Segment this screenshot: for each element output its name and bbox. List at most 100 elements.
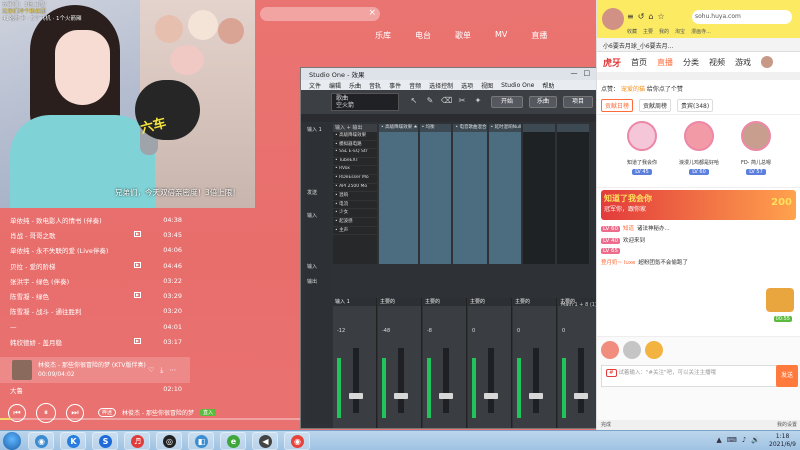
now-playing-bar[interactable]: 林俊杰 - 那些你很冒险的梦 (KTV版伴奏) 00:09/04:02 ♡ ⤓ ⋯ — [0, 357, 190, 383]
site-nav-item[interactable]: 首页 — [631, 57, 647, 68]
taskbar-app-icon[interactable]: ♬ — [124, 432, 150, 450]
rank-card[interactable]: FD- 简儿总嗯 LV 57 — [731, 121, 781, 175]
lyric-badge[interactable]: 直入 — [200, 409, 217, 416]
list-item[interactable]: 韩欣德娇 - 盖月稳 ▶ 03:17 — [0, 334, 190, 349]
plugin-item[interactable]: • RDeEsser Mo — [333, 175, 377, 184]
address-bar[interactable]: sohu.huya.com — [692, 10, 792, 24]
mv-icon[interactable]: ▶ — [134, 292, 141, 299]
song-button[interactable]: 乐曲 — [529, 96, 557, 108]
list-item[interactable]: 陈雪凝 - 战斗 - 通往胜利 03:20 — [0, 304, 190, 319]
list-item[interactable]: 单依纯 - 永不失联的爱 (Live伴奏) 04:06 — [0, 243, 190, 258]
taskbar-app-icon[interactable]: e — [220, 432, 246, 450]
chat-input[interactable]: # 试着输入："#关注"吧，可以关注主播哦 发送 — [601, 365, 798, 387]
taskbar-app-icon[interactable]: ◀ — [252, 432, 278, 450]
topic-tag[interactable]: # — [606, 369, 617, 377]
channel-column[interactable]: • 均衡 — [419, 124, 452, 264]
site-nav-item[interactable]: 直播 — [657, 57, 673, 68]
tool-icon[interactable]: ✎ — [425, 95, 435, 107]
bookmark-item[interactable]: 我的 — [659, 28, 669, 35]
gift-icon[interactable] — [623, 341, 641, 359]
menu-item[interactable]: 选项 — [461, 81, 473, 90]
music-nav-item[interactable]: 歌单 — [455, 30, 471, 42]
clock[interactable]: 1:18 2021/6/9 — [769, 433, 796, 449]
plugin-item[interactable]: • 少女 — [333, 209, 377, 218]
plugin-item[interactable]: • API 2500 Mo — [333, 184, 377, 193]
project-button[interactable]: 项目 — [563, 96, 593, 108]
plugin-item[interactable]: • 起波感 — [333, 218, 377, 227]
taskbar-app-icon[interactable]: ◉ — [28, 432, 54, 450]
site-nav-item[interactable]: 游戏 — [735, 57, 751, 68]
close-icon[interactable]: × — [368, 8, 376, 18]
start-button[interactable] — [3, 432, 21, 450]
playback-progress-bar[interactable] — [0, 418, 300, 420]
fader-knob[interactable] — [394, 393, 408, 399]
menu-item[interactable]: 视图 — [481, 81, 493, 90]
chat-nick[interactable]: 登月奶~ luxe — [601, 260, 635, 266]
bookmark-item[interactable]: 主要 — [643, 28, 653, 35]
player-action-icon[interactable]: ⋯ — [169, 366, 176, 375]
plugin-item[interactable]: • 模拟器电路 — [333, 141, 377, 150]
menu-item[interactable]: 编辑 — [329, 81, 341, 90]
list-item[interactable]: — 04:01 — [0, 319, 190, 334]
gift-banner[interactable]: 知道了我会你 冠军你，跟你家 200 — [601, 190, 796, 220]
fader-knob[interactable] — [349, 393, 363, 399]
tool-icon[interactable]: ↖ — [409, 95, 419, 107]
bookmark-item[interactable]: 淘宝 — [675, 28, 685, 35]
plugin-item[interactable]: • 电流 — [333, 201, 377, 210]
nav-icon[interactable]: ⌂ — [648, 12, 653, 21]
music-search-input[interactable]: × — [260, 7, 380, 21]
taskbar-app-icon[interactable]: ◧ — [188, 432, 214, 450]
fader-knob[interactable] — [484, 393, 498, 399]
fader-track[interactable] — [353, 348, 359, 413]
song-selector[interactable]: 歌曲 空火箭 — [331, 93, 399, 111]
fader-knob[interactable] — [529, 393, 543, 399]
fader-knob[interactable] — [439, 393, 453, 399]
fader-knob[interactable] — [574, 393, 588, 399]
fader-track[interactable] — [578, 348, 584, 413]
music-nav-item[interactable]: 电台 — [415, 30, 431, 42]
rank-tab[interactable]: 贵宾(348) — [677, 99, 714, 112]
gift-icon[interactable] — [645, 341, 663, 359]
list-item[interactable]: 大鲁 02:10 — [10, 385, 190, 395]
plugin-item[interactable]: • SSL E-EQ Str — [333, 149, 377, 158]
list-item[interactable]: 单依纯 - 致电影人的情书 (伴奏) 04:38 — [0, 212, 190, 227]
send-button[interactable]: 发送 — [776, 365, 798, 387]
rank-tab[interactable]: 贡献日榜 — [601, 99, 634, 112]
bookmark-item[interactable]: 收藏 — [627, 28, 637, 35]
nav-icon[interactable]: ↺ — [638, 12, 645, 21]
list-item[interactable]: 张洪宇 - 绿色 (伴奏) 03:22 — [0, 273, 190, 288]
plugin-item[interactable]: • 高级降噪效果 — [333, 132, 377, 141]
settings-link[interactable]: 我的设置 — [777, 421, 797, 429]
site-logo[interactable]: 虎牙 — [603, 56, 621, 69]
channel-column[interactable]: • 延时混响Null — [488, 124, 522, 264]
menu-item[interactable]: 乐曲 — [349, 81, 361, 90]
bookmark-item[interactable]: 漫画寺... — [691, 28, 711, 35]
taskbar-app-icon[interactable]: S — [92, 432, 118, 450]
taskbar-app-icon[interactable]: ◉ — [284, 432, 310, 450]
plugin-item[interactable]: • TubeEXT — [333, 158, 377, 167]
menu-item[interactable]: 文件 — [309, 81, 321, 90]
window-titlebar[interactable]: Studio One - 效果 — □ × — [301, 68, 606, 80]
tool-icon[interactable]: ✂ — [457, 95, 467, 107]
plugin-item[interactable]: • RVox — [333, 166, 377, 175]
gift-icon[interactable] — [601, 341, 619, 359]
avatar[interactable] — [602, 8, 624, 30]
list-item[interactable]: 陈雪凝 - 绿色 ▶ 03:29 — [0, 288, 190, 303]
tray-icon[interactable]: ♪ — [742, 436, 746, 444]
avatar[interactable] — [761, 56, 774, 68]
plugin-item[interactable]: • 混响 — [333, 192, 377, 201]
taskbar-app-icon[interactable]: ◎ — [156, 432, 182, 450]
site-nav-item[interactable]: 视频 — [709, 57, 725, 68]
menu-item[interactable]: 音频 — [409, 81, 421, 90]
plugin-item[interactable]: • 主声 — [333, 227, 377, 236]
mv-icon[interactable]: ▶ — [134, 231, 141, 238]
start-button[interactable]: 开始 — [491, 96, 523, 108]
music-nav-item[interactable]: 直播 — [531, 30, 547, 42]
menu-item[interactable]: 选择控制 — [429, 81, 453, 90]
tool-icon[interactable]: ✦ — [473, 95, 483, 107]
music-nav-item[interactable]: MV — [495, 30, 507, 42]
list-item[interactable]: 贝拉 - 爱的阶梯 ▶ 04:46 — [0, 258, 190, 273]
mv-icon[interactable]: ▶ — [134, 261, 141, 268]
channel-column[interactable]: • 电音歌曲混合 — [453, 124, 487, 264]
nav-icon[interactable]: ≡ — [627, 12, 634, 21]
